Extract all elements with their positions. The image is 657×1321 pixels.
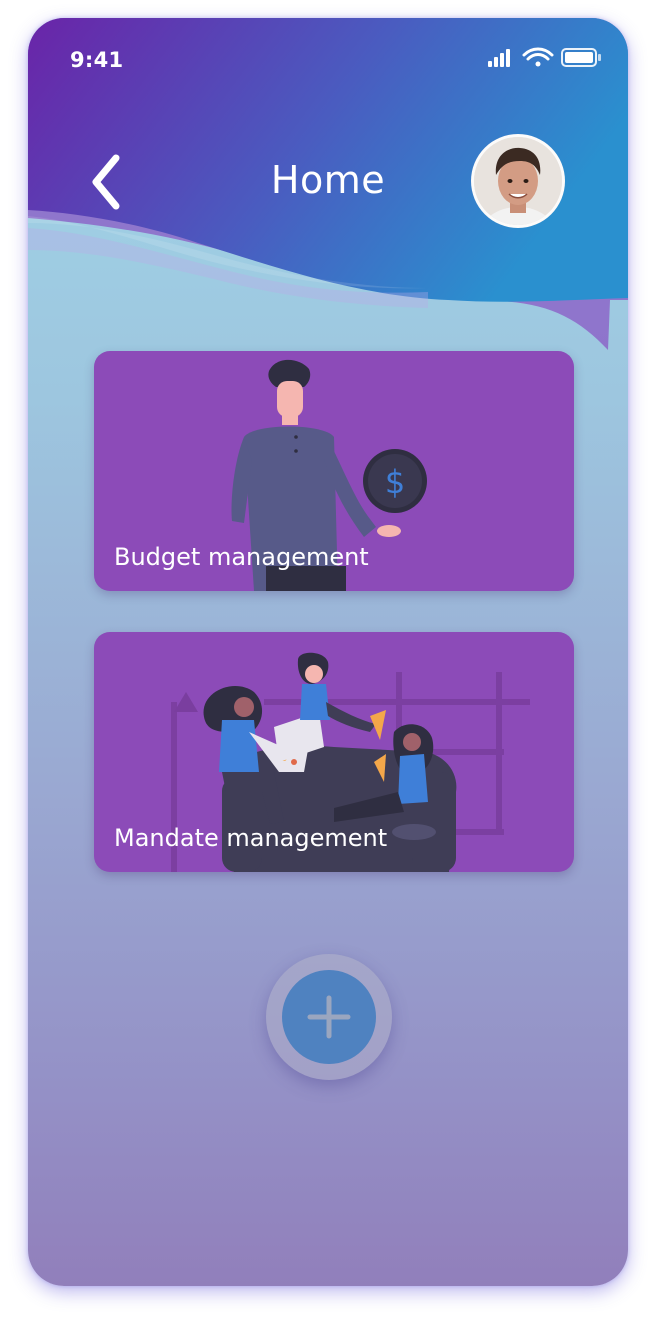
battery-icon (561, 48, 601, 67)
avatar[interactable] (471, 134, 565, 228)
card-label-budget: Budget management (114, 543, 369, 571)
wifi-icon (522, 47, 554, 67)
mandate-management-card[interactable]: Mandate management (94, 632, 574, 872)
plus-icon (307, 995, 351, 1039)
card-label-mandate: Mandate management (114, 824, 388, 852)
phone-screen: 9:41 Home $ Budget management Mandate ma… (28, 18, 628, 1286)
svg-text:$: $ (385, 463, 405, 501)
add-button-inner (282, 970, 376, 1064)
add-button[interactable] (266, 954, 392, 1080)
dollar-coin-icon: $ (363, 449, 427, 513)
status-icons (488, 47, 601, 67)
profile-photo (474, 137, 562, 225)
cellular-signal-icon (488, 49, 510, 67)
budget-management-card[interactable]: $ Budget management (94, 351, 574, 591)
status-time: 9:41 (70, 48, 124, 72)
status-bar: 9:41 (28, 18, 628, 98)
